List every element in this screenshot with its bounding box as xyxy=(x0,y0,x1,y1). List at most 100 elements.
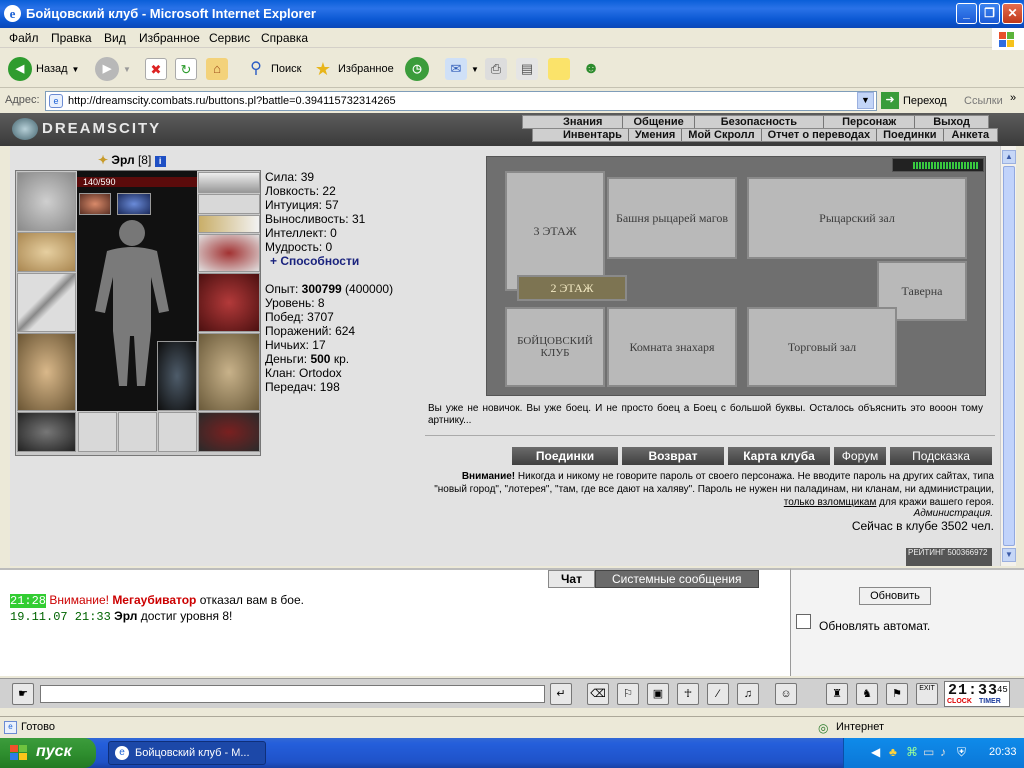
refresh-button[interactable]: ↻ xyxy=(175,56,197,82)
menu-view[interactable]: Вид xyxy=(104,31,126,45)
bracers-slot[interactable] xyxy=(17,232,76,272)
forward-button[interactable]: ▶ ▼ xyxy=(95,56,131,82)
room-healer[interactable]: Комната знахаря xyxy=(607,307,737,387)
chat-mode-icon[interactable]: ☛ xyxy=(12,683,34,705)
room-fight-club[interactable]: БОЙЦОВСКИЙ КЛУБ xyxy=(505,307,605,387)
scroll-down-icon[interactable]: ▼ xyxy=(1002,548,1016,562)
tray-clock[interactable]: 20:33 xyxy=(989,746,1017,758)
taskbar-window-button[interactable]: e Бойцовский клуб - M... xyxy=(108,741,266,765)
hint-button[interactable]: Подсказка xyxy=(890,447,992,465)
send-icon[interactable]: ↵ xyxy=(550,683,572,705)
warning-link[interactable]: только взломщикам xyxy=(784,497,877,508)
nav-profile[interactable]: Анкета xyxy=(944,129,998,141)
maximize-button[interactable]: ❐ xyxy=(979,3,1000,24)
shield-slot[interactable] xyxy=(198,273,260,332)
more-links-icon[interactable]: » xyxy=(1010,92,1016,104)
save-icon[interactable]: ▣ xyxy=(647,683,669,705)
fighter-icon[interactable]: ☥ xyxy=(677,683,699,705)
return-button[interactable]: Возврат xyxy=(622,447,724,465)
forum-button[interactable]: Форум xyxy=(834,447,886,465)
belt-slot[interactable] xyxy=(17,412,76,452)
tab-system-messages[interactable]: Системные сообщения xyxy=(594,570,759,588)
exit-icon[interactable]: EXIT xyxy=(916,683,938,705)
gloves-slot[interactable] xyxy=(198,234,260,272)
nav-skills[interactable]: Умения xyxy=(629,129,683,141)
weapon-slot[interactable] xyxy=(17,273,76,332)
back-button[interactable]: ◀ Назад ▼ xyxy=(8,56,79,82)
flag-icon[interactable]: ⚑ xyxy=(886,683,908,705)
menu-tools[interactable]: Сервис xyxy=(209,31,250,45)
auto-refresh-checkbox[interactable] xyxy=(796,614,811,629)
club-map-button[interactable]: Карта клуба xyxy=(728,447,830,465)
filter-icon[interactable]: ⚐ xyxy=(617,683,639,705)
room-floor3[interactable]: 3 ЭТАЖ xyxy=(505,171,605,291)
vertical-scrollbar[interactable]: ▲ ▼ xyxy=(1000,146,1016,566)
sound-icon[interactable]: ♫ xyxy=(737,683,759,705)
tray-volume-icon[interactable]: ♪ xyxy=(940,745,946,759)
fights-button[interactable]: Поединки xyxy=(512,447,618,465)
slash-icon[interactable]: ⁄ xyxy=(707,683,729,705)
room-trade-hall[interactable]: Торговый зал xyxy=(747,307,897,387)
print-button[interactable]: ⎙ xyxy=(485,56,507,82)
rune-slot-3[interactable] xyxy=(158,412,197,452)
info-icon[interactable]: i xyxy=(154,156,166,167)
edit-button[interactable]: ▤ xyxy=(516,56,538,82)
users-icon[interactable]: ♞ xyxy=(856,683,878,705)
earrings-slot[interactable] xyxy=(198,172,260,193)
chat-input[interactable] xyxy=(40,685,545,703)
messenger-button[interactable]: ☻ xyxy=(580,56,602,82)
tray-network-icon[interactable]: ⌘ xyxy=(906,745,918,759)
rune-slot-2[interactable] xyxy=(118,412,157,452)
tray-expand-icon[interactable]: ◀ xyxy=(871,745,880,759)
message-author[interactable]: Эрл xyxy=(114,609,137,623)
message-author[interactable]: Мегаубиватор xyxy=(112,593,196,607)
rings-slot[interactable] xyxy=(198,215,260,233)
user-icon[interactable]: ♜ xyxy=(826,683,848,705)
smiley-icon[interactable]: ☺ xyxy=(775,683,797,705)
abilities-link[interactable]: + Способности xyxy=(270,254,359,268)
nav-communication[interactable]: Общение xyxy=(623,116,695,128)
nav-my-scroll[interactable]: Мой Скролл xyxy=(682,129,762,141)
room-floor2[interactable]: 2 ЭТАЖ xyxy=(517,275,627,301)
boots-slot[interactable] xyxy=(198,412,260,452)
home-button[interactable]: ⌂ xyxy=(206,56,228,82)
tab-chat[interactable]: Чат xyxy=(548,570,595,588)
rating-counter[interactable]: РЕЙТИНГ 500366972 xyxy=(906,548,992,566)
armor-slot[interactable] xyxy=(17,333,76,411)
menu-favorites[interactable]: Избранное xyxy=(139,31,200,45)
go-arrow-icon[interactable]: ➜ xyxy=(881,92,899,109)
links-button[interactable]: Ссылки xyxy=(964,95,1003,107)
rune-slot-1[interactable] xyxy=(78,412,117,452)
address-input[interactable]: http://dreamscity.combats.ru/buttons.pl?… xyxy=(45,91,877,111)
address-dropdown[interactable]: ▼ xyxy=(857,92,874,109)
menu-edit[interactable]: Правка xyxy=(51,31,92,45)
refresh-button[interactable]: Обновить xyxy=(859,587,931,605)
helmet-slot[interactable] xyxy=(17,172,76,231)
nav-inventory[interactable]: Инвентарь xyxy=(533,129,629,141)
start-button[interactable]: пуск xyxy=(0,738,96,768)
nav-fights[interactable]: Поединки xyxy=(877,129,944,141)
minimize-button[interactable]: _ xyxy=(956,3,977,24)
nav-security[interactable]: Безопасность xyxy=(695,116,825,128)
nav-knowledge[interactable]: Знания xyxy=(523,116,624,128)
menu-file[interactable]: Файл xyxy=(9,31,39,45)
tray-security-icon[interactable]: ⛨ xyxy=(957,745,966,760)
necklace-slot[interactable] xyxy=(198,194,260,214)
gem-slot[interactable] xyxy=(117,193,151,215)
mail-button[interactable]: ✉ ▼ xyxy=(445,56,479,82)
history-button[interactable]: ◷ xyxy=(405,56,429,82)
room-knights-hall[interactable]: Рыцарский зал xyxy=(747,177,967,259)
menu-help[interactable]: Справка xyxy=(261,31,308,45)
tray-app-icon[interactable]: ♣ xyxy=(889,745,897,759)
scroll-thumb[interactable] xyxy=(1003,166,1015,546)
nav-character[interactable]: Персонаж xyxy=(824,116,916,128)
stop-button[interactable]: ✖ xyxy=(145,56,167,82)
tray-monitor-icon[interactable]: ▭ xyxy=(923,745,934,759)
nav-exit[interactable]: Выход xyxy=(915,116,988,128)
pet-slot[interactable] xyxy=(157,341,197,411)
notes-button[interactable] xyxy=(548,56,570,82)
close-button[interactable]: ✕ xyxy=(1002,3,1023,24)
room-knights-tower[interactable]: Башня рыцарей магов xyxy=(607,177,737,259)
amulet-slot[interactable] xyxy=(79,193,111,215)
favorites-button[interactable]: ★ Избранное xyxy=(312,56,394,82)
